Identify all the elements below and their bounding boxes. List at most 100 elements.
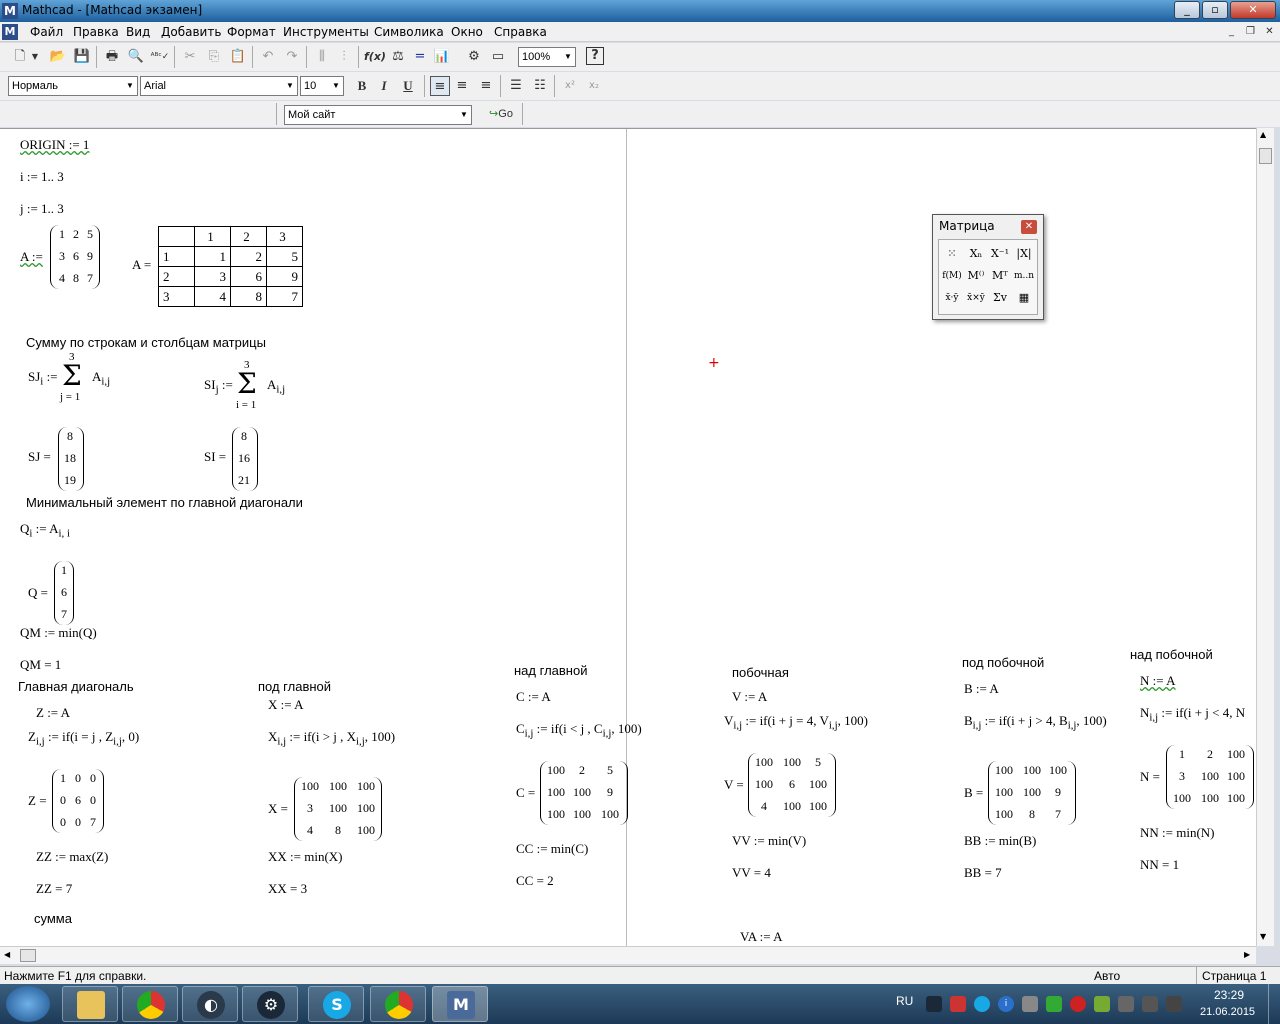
process-tray-icon[interactable]	[1046, 996, 1062, 1012]
url-select[interactable]: Мой сайт ▼	[284, 105, 472, 125]
heading-secondary[interactable]: побочная	[732, 665, 789, 680]
matrix-palette[interactable]: Матрица ✕ ⁙ Xₙ X⁻¹ |X| f(M) M⁽⁾ Mᵀ m..n …	[932, 214, 1044, 320]
start-button[interactable]	[6, 986, 50, 1022]
resource-center-icon[interactable]: ▭	[488, 47, 508, 67]
menu-file[interactable]: Файл	[30, 25, 63, 39]
insert-graph-icon[interactable]: 📊	[432, 47, 452, 67]
print-icon[interactable]: 🖶	[102, 47, 122, 67]
clock-time[interactable]: 23:29	[1214, 988, 1244, 1002]
font-select[interactable]: Arial ▼	[140, 76, 298, 96]
x-if-definition[interactable]: Xi,j := if(i > j , Xi,j, 100)	[268, 729, 395, 748]
save-icon[interactable]: 💾	[72, 47, 92, 67]
heading-min-diagonal[interactable]: Минимальный элемент по главной диагонали	[26, 495, 303, 510]
scroll-left-icon[interactable]: ◀	[4, 950, 10, 959]
superscript-icon[interactable]: x²	[560, 76, 580, 96]
language-indicator[interactable]: RU	[896, 994, 913, 1008]
va-definition[interactable]: VA := A	[740, 929, 783, 945]
b-definition[interactable]: B := A	[964, 681, 999, 697]
dot-product-icon[interactable]: x̄·ȳ	[941, 288, 963, 308]
doc-close-button[interactable]: ✕	[1262, 25, 1277, 39]
skype-tray-icon[interactable]	[974, 996, 990, 1012]
palette-close-icon[interactable]: ✕	[1021, 220, 1037, 234]
menu-view[interactable]: Вид	[126, 25, 150, 39]
determinant-icon[interactable]: |X|	[1013, 244, 1035, 264]
spellcheck-icon[interactable]: ᴬᴮᶜ✓	[150, 47, 170, 67]
heading-sum[interactable]: сумма	[34, 911, 72, 926]
cross-product-icon[interactable]: x̄×ȳ	[965, 288, 987, 308]
vertical-scroll-thumb[interactable]	[1259, 148, 1272, 164]
taskbar-steam[interactable]: ⚙	[242, 986, 298, 1022]
si-result-vector[interactable]: 8 16 21	[232, 427, 258, 491]
minimize-button[interactable]: _	[1174, 1, 1200, 19]
menu-window[interactable]: Окно	[451, 25, 483, 39]
nvidia-tray-icon[interactable]	[1094, 996, 1110, 1012]
mathcad-app-icon[interactable]: M	[2, 3, 18, 19]
clock-date[interactable]: 21.06.2015	[1200, 1006, 1255, 1018]
z-result-matrix[interactable]: 100 060 007	[52, 769, 104, 833]
matrix-column-icon[interactable]: M⁽⁾	[965, 266, 987, 286]
xx-result[interactable]: XX = 3	[268, 881, 307, 897]
range-variable-icon[interactable]: m..n	[1013, 266, 1035, 286]
cc-definition[interactable]: CC := min(C)	[516, 841, 588, 857]
insert-matrix-icon[interactable]: ⁙	[941, 244, 963, 264]
x-result-matrix[interactable]: 100 100 100 3 100 100 4 8 100	[294, 777, 382, 841]
heading-row-col-sums[interactable]: Сумму по строкам и столбцам матрицы	[26, 335, 266, 350]
sj-result-vector[interactable]: 8 18 19	[58, 427, 84, 491]
taskbar-media[interactable]: ◐	[182, 986, 238, 1022]
maximize-button[interactable]: ▫	[1202, 1, 1228, 19]
italic-icon[interactable]: I	[374, 76, 394, 96]
doc-restore-button[interactable]: ❐	[1243, 25, 1258, 39]
taskbar-mathcad[interactable]: M	[432, 986, 488, 1022]
q-result-vector[interactable]: 167	[54, 561, 74, 625]
info-tray-icon[interactable]: i	[998, 996, 1014, 1012]
menu-edit[interactable]: Правка	[73, 25, 119, 39]
j-range-definition[interactable]: j := 1.. 3	[20, 201, 64, 217]
underline-icon[interactable]: U	[398, 76, 418, 96]
c-result-matrix[interactable]: 100 2 5 100 100 9 100 100 100	[540, 761, 628, 825]
vv-definition[interactable]: VV := min(V)	[732, 833, 806, 849]
i-range-definition[interactable]: i := 1.. 3	[20, 169, 64, 185]
calculate-icon[interactable]: =	[410, 47, 430, 67]
v-if-definition[interactable]: Vi,j := if(i + j = 4, Vi,j, 100)	[724, 713, 868, 732]
heading-under-secondary[interactable]: под побочной	[962, 655, 1044, 670]
component-icon[interactable]: ⚙	[464, 47, 484, 67]
menu-insert[interactable]: Добавить	[161, 25, 221, 39]
taskbar-skype[interactable]: S	[308, 986, 364, 1022]
align-horizontal-icon[interactable]: ⫼	[312, 47, 332, 67]
c-if-definition[interactable]: Ci,j := if(i < j , Ci,j, 100)	[516, 721, 642, 740]
bullets-icon[interactable]: ☰	[506, 76, 526, 96]
align-left-icon[interactable]: ≡	[430, 76, 450, 96]
origin-definition[interactable]: ORIGIN := 1	[20, 137, 89, 153]
scroll-up-icon[interactable]: ▲	[1260, 130, 1266, 139]
zz-result[interactable]: ZZ = 7	[36, 881, 72, 897]
doc-minimize-button[interactable]: _	[1224, 25, 1239, 39]
insert-unit-icon[interactable]: ⚖	[388, 47, 408, 67]
zoom-select[interactable]: 100% ▼	[518, 47, 576, 67]
v-definition[interactable]: V := A	[732, 689, 767, 705]
horizontal-scrollbar[interactable]: ◀ ▶	[0, 946, 1256, 964]
q-definition[interactable]: Qi := Ai, i	[20, 521, 70, 540]
worksheet[interactable]: ORIGIN := 1 i := 1.. 3 j := 1.. 3 A := 1…	[0, 128, 1256, 946]
nn-result[interactable]: NN = 1	[1140, 857, 1179, 873]
heading-under-main[interactable]: под главной	[258, 679, 331, 694]
xx-definition[interactable]: XX := min(X)	[268, 849, 343, 865]
new-icon[interactable]: 🗋	[10, 47, 30, 67]
matrix-subscript-icon[interactable]: Xₙ	[965, 244, 987, 264]
matrix-inverse-icon[interactable]: X⁻¹	[989, 244, 1011, 264]
picture-icon[interactable]: ▦	[1013, 288, 1035, 308]
matrix-transpose-icon[interactable]: Mᵀ	[989, 266, 1011, 286]
vectorize-icon[interactable]: f(M)	[941, 266, 963, 286]
redo-icon[interactable]: ↷	[282, 47, 302, 67]
scroll-right-icon[interactable]: ▶	[1244, 950, 1250, 959]
numbering-icon[interactable]: ☷	[530, 76, 550, 96]
cc-result[interactable]: CC = 2	[516, 873, 554, 889]
taskbar-chrome-2[interactable]	[370, 986, 426, 1022]
show-desktop-button[interactable]	[1268, 984, 1280, 1024]
font-size-select[interactable]: 10 ▼	[300, 76, 344, 96]
title-bar[interactable]: M Mathcad - [Mathcad экзамен] _ ▫ ✕	[0, 0, 1280, 22]
subscript-icon[interactable]: x₂	[584, 76, 604, 96]
style-select[interactable]: Нормаль ▼	[8, 76, 138, 96]
paste-icon[interactable]: 📋	[228, 47, 248, 67]
go-button[interactable]: ↪Go	[482, 104, 520, 124]
heading-above-secondary[interactable]: над побочной	[1130, 647, 1213, 662]
